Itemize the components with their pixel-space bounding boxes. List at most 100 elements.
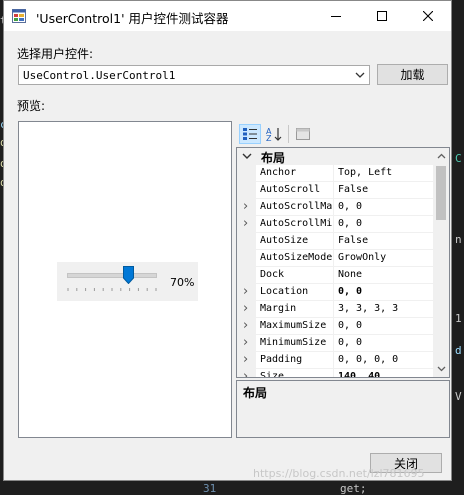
chevron-right-icon[interactable]: › [243,335,248,350]
chevron-up-icon [437,153,445,159]
svg-text:Z: Z [266,134,272,142]
property-name: AutoSizeMode [260,252,332,263]
property-value[interactable]: 0, 0 [338,218,362,229]
column-separator [333,301,334,318]
column-separator [333,250,334,267]
property-row[interactable]: Anchor Top, Left [237,165,433,182]
chevron-down-icon[interactable] [242,151,252,161]
property-value[interactable]: 140, 40 [338,371,380,377]
property-row[interactable]: › Size 140, 40 [237,369,433,378]
property-pages-icon [296,128,310,140]
property-row[interactable]: › Padding 0, 0, 0, 0 [237,352,433,369]
property-grid: 布局 Anchor Top, Left AutoScroll False › AutoSc… [236,147,450,378]
user-control-preview: 70% [57,262,198,301]
column-separator [333,335,334,352]
category-label: 布局 [261,151,286,165]
background-editor-right [452,0,464,495]
maximize-button[interactable] [359,1,405,31]
property-row[interactable]: AutoSize False [237,233,433,250]
property-row[interactable]: › Location 0, 0 [237,284,433,301]
property-value[interactable]: 0, 0 [338,337,362,348]
title-bar[interactable]: 'UserControl1' 用户控件测试容器 [4,1,451,31]
property-name: AutoScrollMi [260,218,332,229]
property-value[interactable]: 0, 0 [338,320,362,331]
bg-fragment: V [455,390,462,403]
preview-panel: 70% [18,121,232,438]
chevron-right-icon[interactable]: › [243,216,248,231]
close-icon [423,11,433,21]
toolbar-separator [288,125,289,143]
categorized-button[interactable] [239,124,261,144]
property-description-panel: 布局 [236,380,450,438]
column-separator [333,318,334,335]
property-name: Padding [260,354,303,365]
chevron-right-icon[interactable]: › [243,369,248,377]
property-name: AutoScroll [260,184,321,195]
category-header: 布局 [237,148,433,165]
property-name: Size [260,371,285,378]
property-row[interactable]: AutoSizeMode GrowOnly [237,250,433,267]
chevron-right-icon[interactable]: › [243,199,248,214]
property-row[interactable]: › AutoScrollMa 0, 0 [237,199,433,216]
test-container-window: 'UserControl1' 用户控件测试容器 选择用户控件: UseContr… [3,0,452,481]
chevron-right-icon[interactable]: › [243,352,248,367]
property-value[interactable]: None [338,269,362,280]
alphabetical-button[interactable]: A Z [263,124,285,144]
property-value[interactable]: GrowOnly [338,252,386,263]
property-value[interactable]: 0, 0 [338,286,362,297]
column-separator [333,284,334,301]
column-separator [333,182,334,199]
property-row[interactable]: › MaximumSize 0, 0 [237,318,433,335]
minimize-button[interactable] [313,1,359,31]
property-row[interactable]: › AutoScrollMi 0, 0 [237,216,433,233]
property-value[interactable]: Top, Left [338,167,392,178]
property-value[interactable]: 3, 3, 3, 3 [338,303,398,314]
column-separator [333,233,334,250]
category-row[interactable]: 布局 [237,148,433,165]
categorized-icon [243,128,257,140]
chevron-right-icon[interactable]: › [243,318,248,333]
row-gutter [237,250,256,267]
property-value[interactable]: False [338,235,368,246]
chevron-right-icon[interactable]: › [243,301,248,316]
property-name: MinimumSize [260,337,327,348]
property-value[interactable]: False [338,184,368,195]
column-separator [333,267,334,284]
row-gutter [237,267,256,284]
load-button[interactable]: 加载 [377,64,448,85]
sort-alphabetical-icon: A Z [266,127,282,142]
slider-thumb[interactable] [123,266,135,284]
select-control-label: 选择用户控件: [17,47,94,61]
chevron-down-icon [437,366,445,372]
scroll-up-button[interactable] [433,148,449,164]
slider-track[interactable] [67,273,157,278]
scroll-down-button[interactable] [433,361,449,377]
property-row[interactable]: AutoScroll False [237,182,433,199]
property-pages-button[interactable] [292,124,314,144]
column-separator [333,216,334,233]
chevron-right-icon[interactable]: › [243,284,248,299]
property-row[interactable]: Dock None [237,267,433,284]
preview-label: 预览: [17,99,46,113]
vertical-scrollbar[interactable] [433,148,449,377]
bg-fragment: d [455,344,462,357]
property-name: AutoScrollMa [260,201,332,212]
bg-code: get; [340,482,367,495]
property-name: MaximumSize [260,320,327,331]
property-row[interactable]: › Margin 3, 3, 3, 3 [237,301,433,318]
description-title: 布局 [243,386,268,400]
bg-fragment: C [455,152,462,165]
property-value[interactable]: 0, 0 [338,201,362,212]
property-row[interactable]: › MinimumSize 0, 0 [237,335,433,352]
property-name: Anchor [260,167,297,178]
minimize-icon [331,16,341,17]
property-grid-toolbar: A Z [236,121,450,147]
app-icon [12,9,26,23]
chevron-down-icon[interactable] [354,69,366,81]
close-window-button[interactable] [405,1,451,31]
user-control-combobox[interactable]: UseControl.UserControl1 [18,65,370,85]
scrollbar-thumb[interactable] [436,166,446,220]
column-separator [333,352,334,369]
maximize-icon [377,11,387,21]
property-value[interactable]: 0, 0, 0, 0 [338,354,398,365]
